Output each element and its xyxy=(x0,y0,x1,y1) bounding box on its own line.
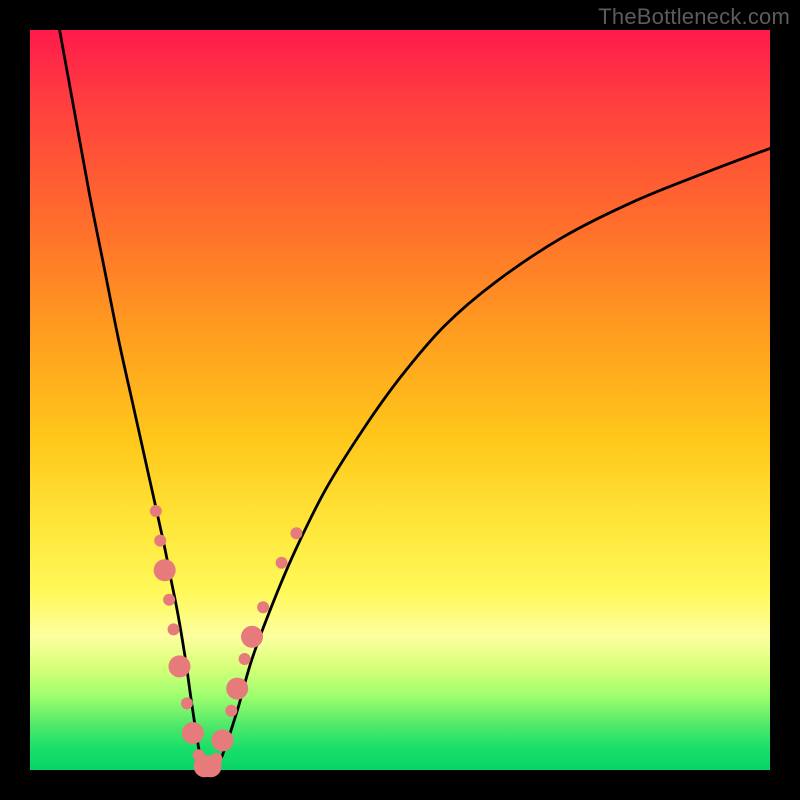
data-marker xyxy=(150,505,162,517)
plot-area xyxy=(30,30,770,770)
data-marker xyxy=(226,678,248,700)
bottleneck-curve xyxy=(60,30,770,772)
data-marker xyxy=(276,557,288,569)
data-marker xyxy=(168,655,190,677)
data-marker xyxy=(168,623,180,635)
data-marker xyxy=(181,697,193,709)
data-marker xyxy=(182,722,204,744)
marker-group xyxy=(150,505,303,777)
data-marker xyxy=(257,601,269,613)
data-marker xyxy=(225,705,237,717)
data-marker xyxy=(241,626,263,648)
data-marker xyxy=(154,535,166,547)
data-marker xyxy=(239,653,251,665)
data-marker xyxy=(210,753,222,765)
watermark-text: TheBottleneck.com xyxy=(598,4,790,30)
data-marker xyxy=(163,594,175,606)
data-marker xyxy=(211,729,233,751)
chart-stage: TheBottleneck.com xyxy=(0,0,800,800)
data-marker xyxy=(154,559,176,581)
data-marker xyxy=(290,527,302,539)
curve-svg xyxy=(30,30,770,770)
